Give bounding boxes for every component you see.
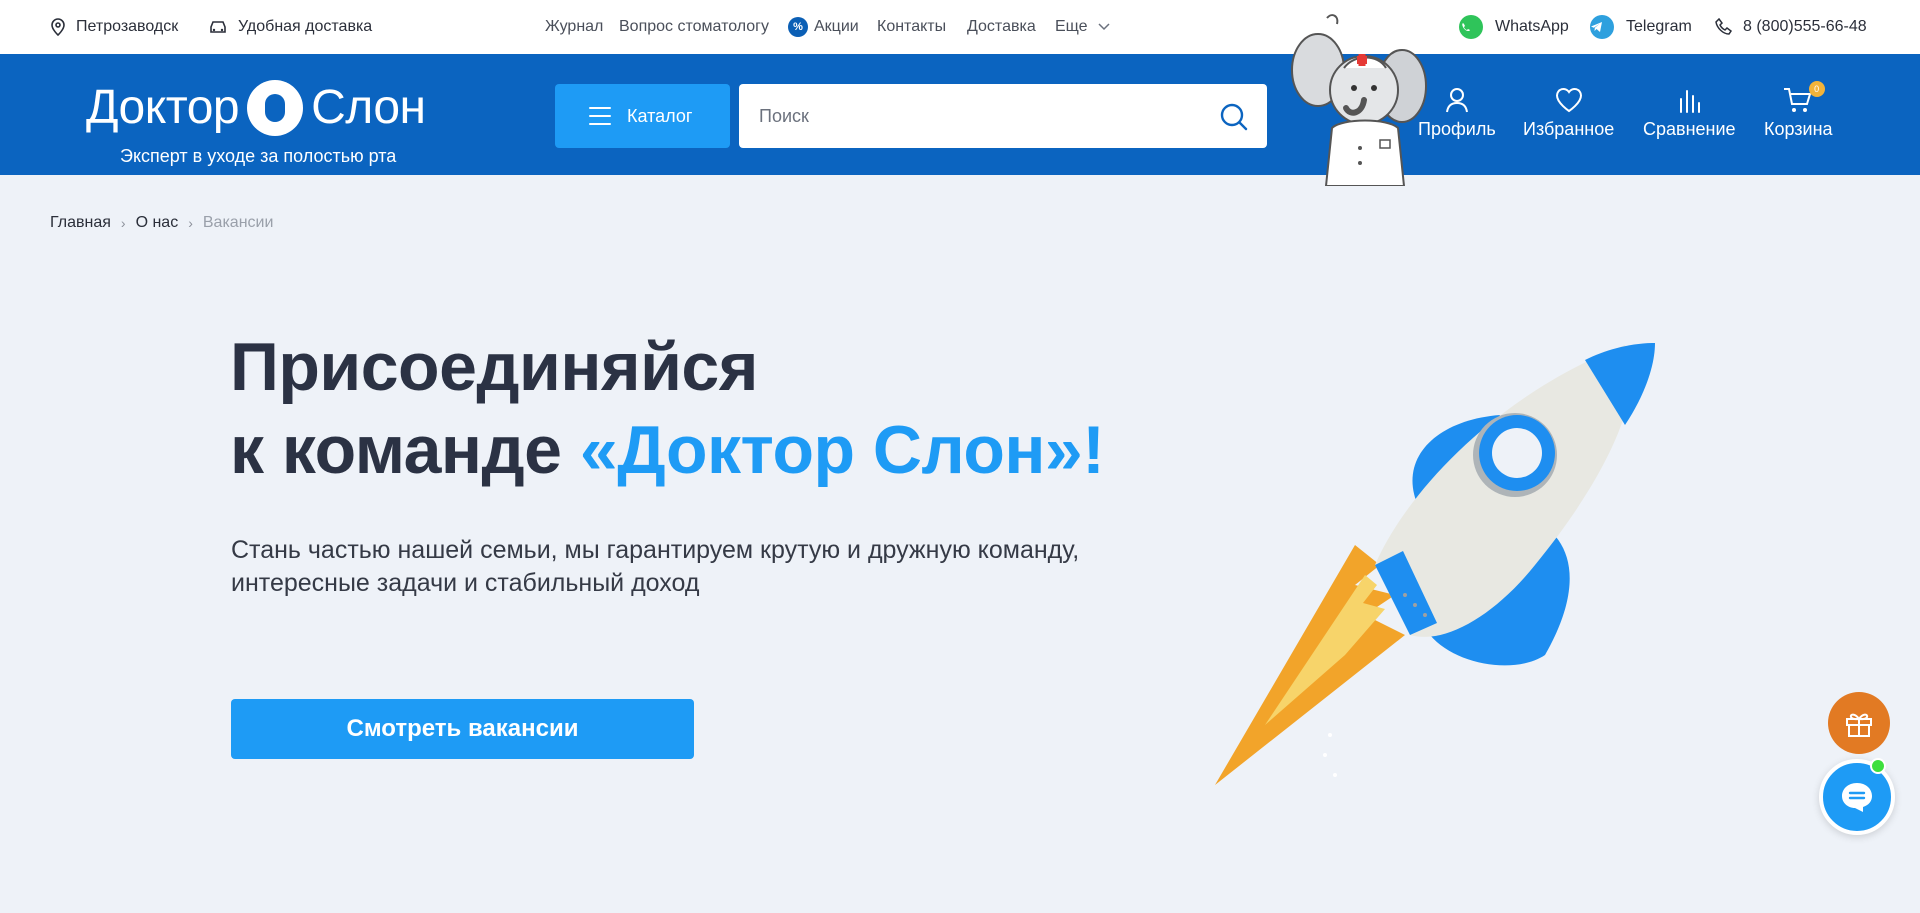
profile-label: Профиль [1418,119,1496,139]
breadcrumb-current: Вакансии [202,214,274,231]
hero-title-brand: «Доктор Слон»! [579,412,1105,488]
hero-description: Стань частью нашей семьи, мы гарантируем… [231,534,1131,600]
hero-desc-line2: интересные задачи и стабильный доход [231,569,700,597]
logo[interactable]: Доктор Слон Эксперт в уходе за полостью … [86,80,426,167]
search-button[interactable] [1219,102,1249,132]
phone-number: 8 (800)555-66-48 [1743,18,1867,35]
logo-title: Доктор Слон [86,80,426,136]
gift-button[interactable] [1828,692,1890,754]
location-pin-icon [51,18,65,36]
telegram-icon [1590,15,1614,39]
hero-title-line2-prefix: к команде [230,412,580,488]
whatsapp-icon [1459,15,1483,39]
logo-text-right: Слон [311,81,426,134]
nav-more-label: Еще [1055,18,1088,35]
hero-desc-line1: Стань частью нашей семьи, мы гарантируем… [231,536,1080,564]
cart-label: Корзина [1764,119,1833,139]
delivery-info[interactable]: Удобная доставка [208,0,372,54]
top-bar: Петрозаводск Удобная доставка Журнал Воп… [0,0,1920,54]
catalog-label: Каталог [627,105,693,126]
logo-text-left: Доктор [86,81,240,134]
favorites-link[interactable]: Избранное [1523,87,1614,140]
nav-promotions-label: Акции [814,18,859,35]
nav-dentist-question[interactable]: Вопрос стоматологу [619,0,769,54]
view-vacancies-button[interactable]: Смотреть вакансии [231,699,694,759]
search-box [739,84,1267,148]
delivery-label: Удобная доставка [238,18,373,35]
breadcrumb-about[interactable]: О нас [136,214,179,232]
compare-chart-icon [1680,90,1701,113]
nav-promotions[interactable]: % Акции [788,0,859,54]
city-selector[interactable]: Петрозаводск [50,0,178,54]
elephant-logo-icon [247,80,304,136]
chat-icon [1842,783,1872,812]
search-icon [1220,103,1248,131]
elephant-doctor-mascot [1291,14,1427,186]
phone-icon [1715,18,1733,35]
telegram-link[interactable]: Telegram [1590,0,1692,54]
main-header: Доктор Слон Эксперт в уходе за полостью … [0,14,1920,186]
search-input[interactable] [739,84,1179,148]
chevron-down-icon [1098,23,1110,31]
gift-icon [1846,713,1872,737]
heart-icon [1555,87,1582,113]
online-status-dot [1870,758,1886,774]
breadcrumb: Главная › О нас › Вакансии [50,214,273,232]
nav-contacts[interactable]: Контакты [877,0,946,54]
compare-label: Сравнение [1643,119,1736,139]
telegram-label: Telegram [1626,18,1692,35]
hero-title: Присоединяйся к команде «Доктор Слон»! [230,326,1105,492]
cart-link[interactable]: 0 Корзина [1764,81,1833,140]
compare-link[interactable]: Сравнение [1643,87,1736,140]
percent-icon: % [788,17,808,37]
user-icon [1445,88,1468,113]
nav-more[interactable]: Еще [1055,0,1110,54]
nav-delivery[interactable]: Доставка [967,0,1036,54]
city-label: Петрозаводск [76,18,179,35]
menu-icon [589,107,611,125]
favorites-label: Избранное [1523,119,1615,139]
profile-link[interactable]: Профиль [1418,87,1496,140]
cart-count-badge: 0 [1808,81,1825,97]
logo-tagline: Эксперт в уходе за полостью рта [120,146,397,166]
breadcrumb-home[interactable]: Главная [50,214,111,232]
rocket-illustration [1215,343,1655,785]
whatsapp-label: WhatsApp [1495,18,1569,35]
whatsapp-link[interactable]: WhatsApp [1459,0,1569,54]
hero-title-line1: Присоединяйся [230,329,758,405]
nav-journal[interactable]: Журнал [545,0,603,54]
car-icon [210,21,226,33]
breadcrumb-chevron-icon: › [120,215,126,231]
catalog-button[interactable]: Каталог [555,84,730,148]
breadcrumb-chevron-icon: › [188,215,193,231]
phone-link[interactable]: 8 (800)555-66-48 [1715,0,1867,54]
